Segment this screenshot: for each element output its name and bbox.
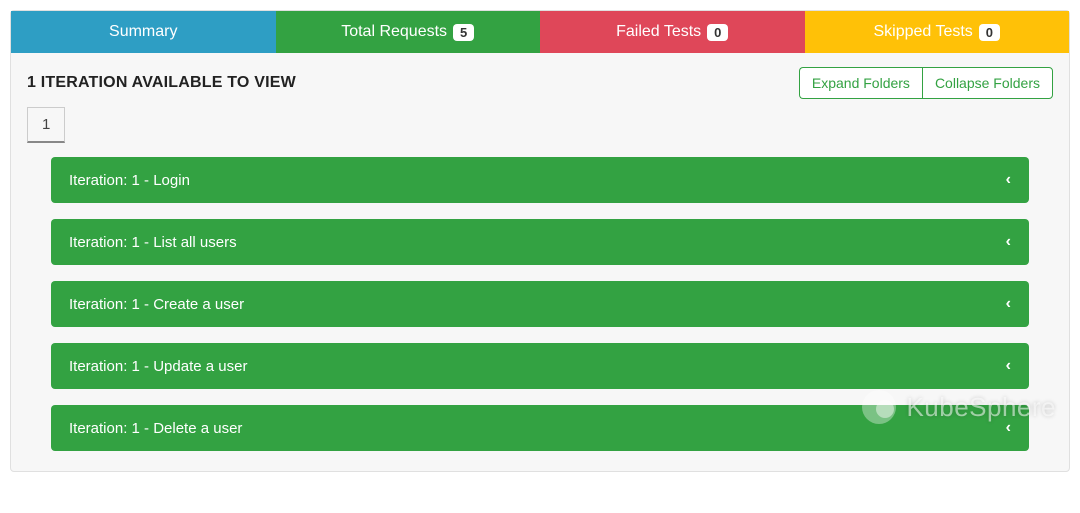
chevron-left-icon: ‹ — [1006, 171, 1011, 189]
tab-failed-tests[interactable]: Failed Tests 0 — [540, 11, 805, 53]
iteration-rows: Iteration: 1 - Login ‹ Iteration: 1 - Li… — [11, 143, 1069, 471]
tab-skipped-label: Skipped Tests — [873, 23, 972, 41]
iteration-row[interactable]: Iteration: 1 - Update a user ‹ — [51, 343, 1029, 389]
header-row: 1 ITERATION AVAILABLE TO VIEW Expand Fol… — [11, 53, 1069, 107]
chevron-left-icon: ‹ — [1006, 419, 1011, 437]
folder-buttons: Expand Folders Collapse Folders — [799, 67, 1053, 99]
iteration-tab-1[interactable]: 1 — [27, 107, 65, 143]
expand-folders-button[interactable]: Expand Folders — [799, 67, 922, 99]
iteration-row-label: Iteration: 1 - List all users — [69, 234, 237, 251]
top-tabs: Summary Total Requests 5 Failed Tests 0 … — [11, 11, 1069, 53]
tab-total-requests[interactable]: Total Requests 5 — [276, 11, 541, 53]
iteration-tabs: 1 — [11, 107, 1069, 143]
skipped-tests-badge: 0 — [979, 24, 1000, 41]
iteration-heading: 1 ITERATION AVAILABLE TO VIEW — [27, 74, 296, 92]
iteration-row[interactable]: Iteration: 1 - Delete a user ‹ — [51, 405, 1029, 451]
tab-summary-label: Summary — [109, 23, 177, 41]
iteration-row[interactable]: Iteration: 1 - List all users ‹ — [51, 219, 1029, 265]
tab-total-label: Total Requests — [341, 23, 447, 41]
iteration-row-label: Iteration: 1 - Create a user — [69, 296, 244, 313]
chevron-left-icon: ‹ — [1006, 357, 1011, 375]
iteration-row[interactable]: Iteration: 1 - Create a user ‹ — [51, 281, 1029, 327]
tab-summary[interactable]: Summary — [11, 11, 276, 53]
chevron-left-icon: ‹ — [1006, 233, 1011, 251]
iteration-row[interactable]: Iteration: 1 - Login ‹ — [51, 157, 1029, 203]
iteration-row-label: Iteration: 1 - Update a user — [69, 358, 247, 375]
chevron-left-icon: ‹ — [1006, 295, 1011, 313]
report-panel: Summary Total Requests 5 Failed Tests 0 … — [10, 10, 1070, 472]
iteration-row-label: Iteration: 1 - Delete a user — [69, 420, 242, 437]
collapse-folders-button[interactable]: Collapse Folders — [922, 67, 1053, 99]
total-requests-badge: 5 — [453, 24, 474, 41]
failed-tests-badge: 0 — [707, 24, 728, 41]
tab-skipped-tests[interactable]: Skipped Tests 0 — [805, 11, 1070, 53]
tab-failed-label: Failed Tests — [616, 23, 701, 41]
iteration-row-label: Iteration: 1 - Login — [69, 172, 190, 189]
